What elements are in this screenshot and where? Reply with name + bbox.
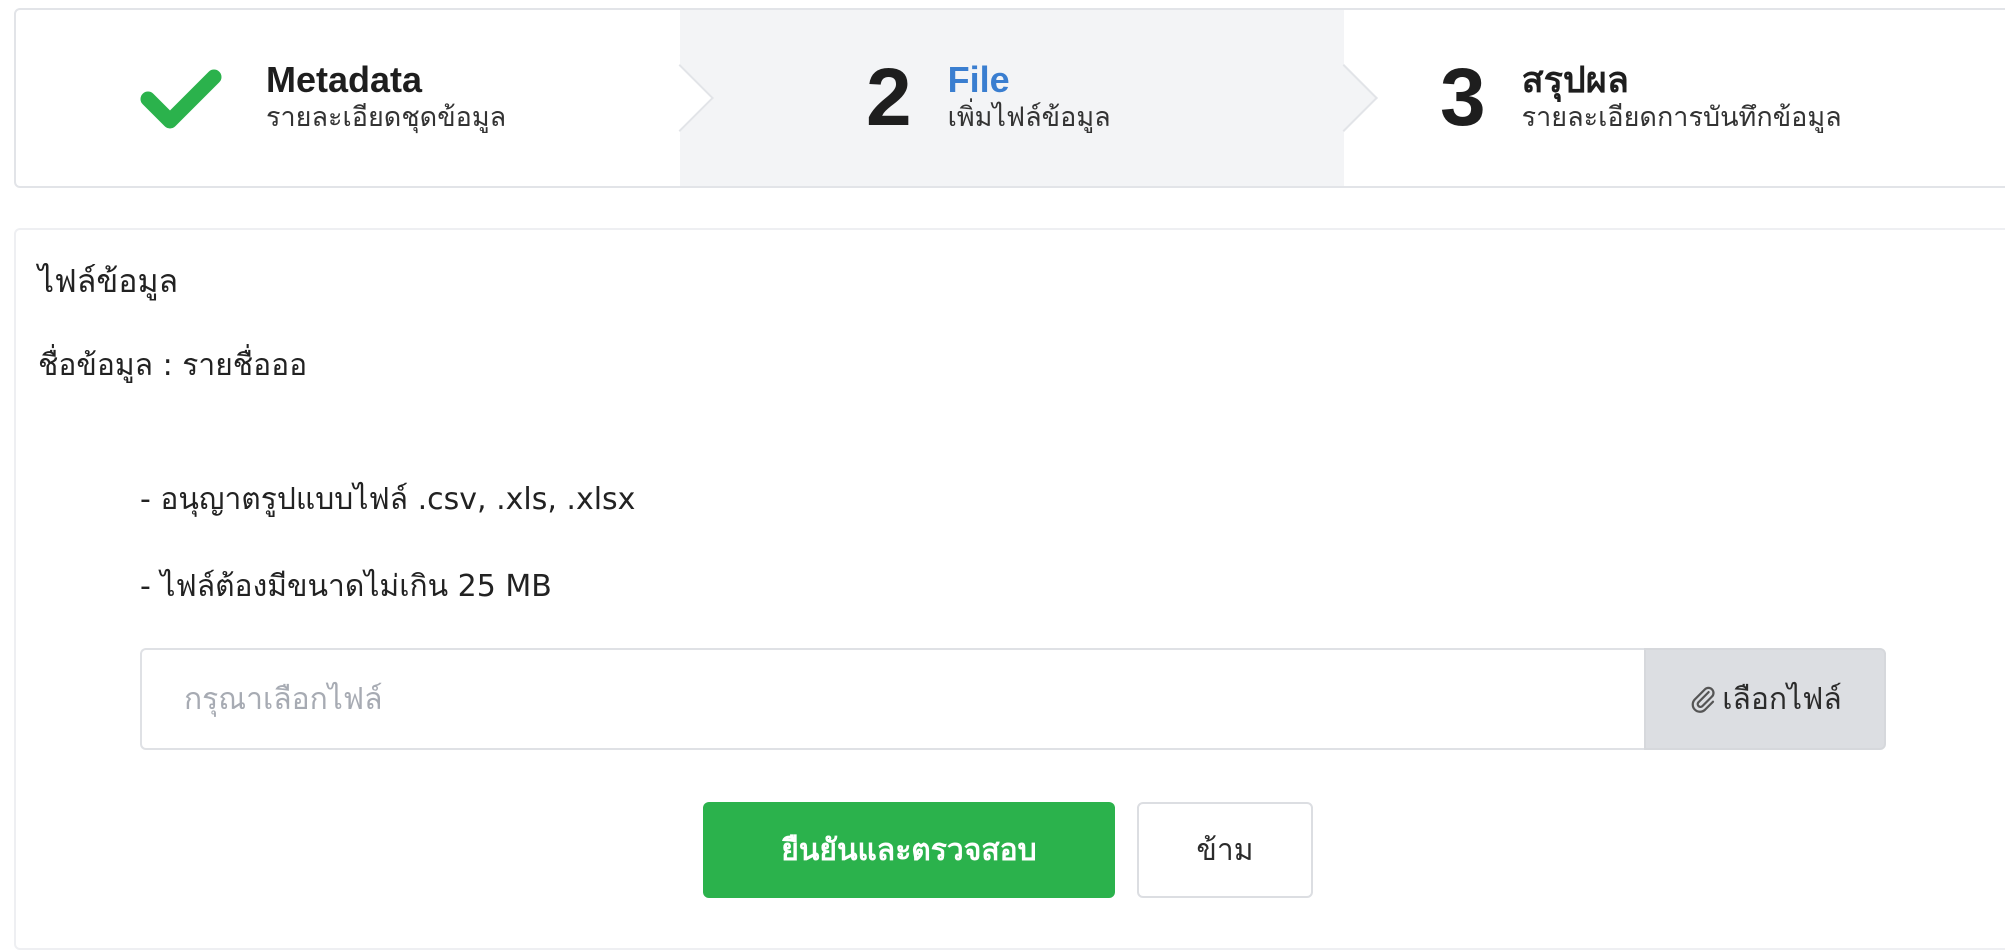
paperclip-icon (1691, 686, 1715, 713)
form-actions: ยืนยันและตรวจสอบ ข้าม (703, 802, 1313, 898)
section-title: ไฟล์ข้อมูล (38, 262, 179, 300)
step-title: Metadata (266, 59, 423, 101)
wizard-steps: Metadata รายละเอียดชุดข้อมูล 2 File เพิ่… (14, 8, 2005, 188)
step-metadata[interactable]: Metadata รายละเอียดชุดข้อมูล (16, 10, 714, 186)
confirm-and-validate-button[interactable]: ยืนยันและตรวจสอบ (703, 802, 1115, 898)
step-subtitle: รายละเอียดการบันทึกข้อมูล (1521, 102, 1842, 134)
step-summary[interactable]: 3 สรุปผล รายละเอียดการบันทึกข้อมูล (1344, 10, 2005, 186)
step-subtitle: รายละเอียดชุดข้อมูล (266, 102, 507, 134)
step-subtitle: เพิ่มไฟล์ข้อมูล (947, 102, 1111, 134)
skip-button[interactable]: ข้าม (1137, 802, 1313, 898)
step-number: 2 (866, 52, 912, 143)
allowed-formats-note: - อนุญาตรูปแบบไฟล์ .csv, .xls, .xlsx (140, 482, 636, 517)
step-metadata-text: Metadata รายละเอียดชุดข้อมูล (266, 61, 506, 135)
dataset-name: ชื่อข้อมูล : รายชื่อออ (38, 348, 308, 383)
browse-file-label: เลือกไฟล์ (1722, 681, 1842, 717)
step-number: 3 (1440, 52, 1486, 143)
step-summary-text: สรุปผล รายละเอียดการบันทึกข้อมูล (1522, 61, 1842, 135)
step-file-text: File เพิ่มไฟล์ข้อมูล (948, 61, 1111, 135)
check-icon (140, 69, 222, 129)
step-title: File (947, 59, 1010, 101)
file-path-input[interactable] (140, 648, 1644, 750)
step-title: สรุปผล (1521, 59, 1629, 101)
browse-file-button[interactable]: เลือกไฟล์ (1644, 648, 1886, 750)
file-picker: เลือกไฟล์ (140, 648, 1886, 750)
max-size-note: - ไฟล์ต้องมีขนาดไม่เกิน 25 MB (140, 569, 552, 604)
step-file[interactable]: 2 File เพิ่มไฟล์ข้อมูล (680, 10, 1378, 186)
